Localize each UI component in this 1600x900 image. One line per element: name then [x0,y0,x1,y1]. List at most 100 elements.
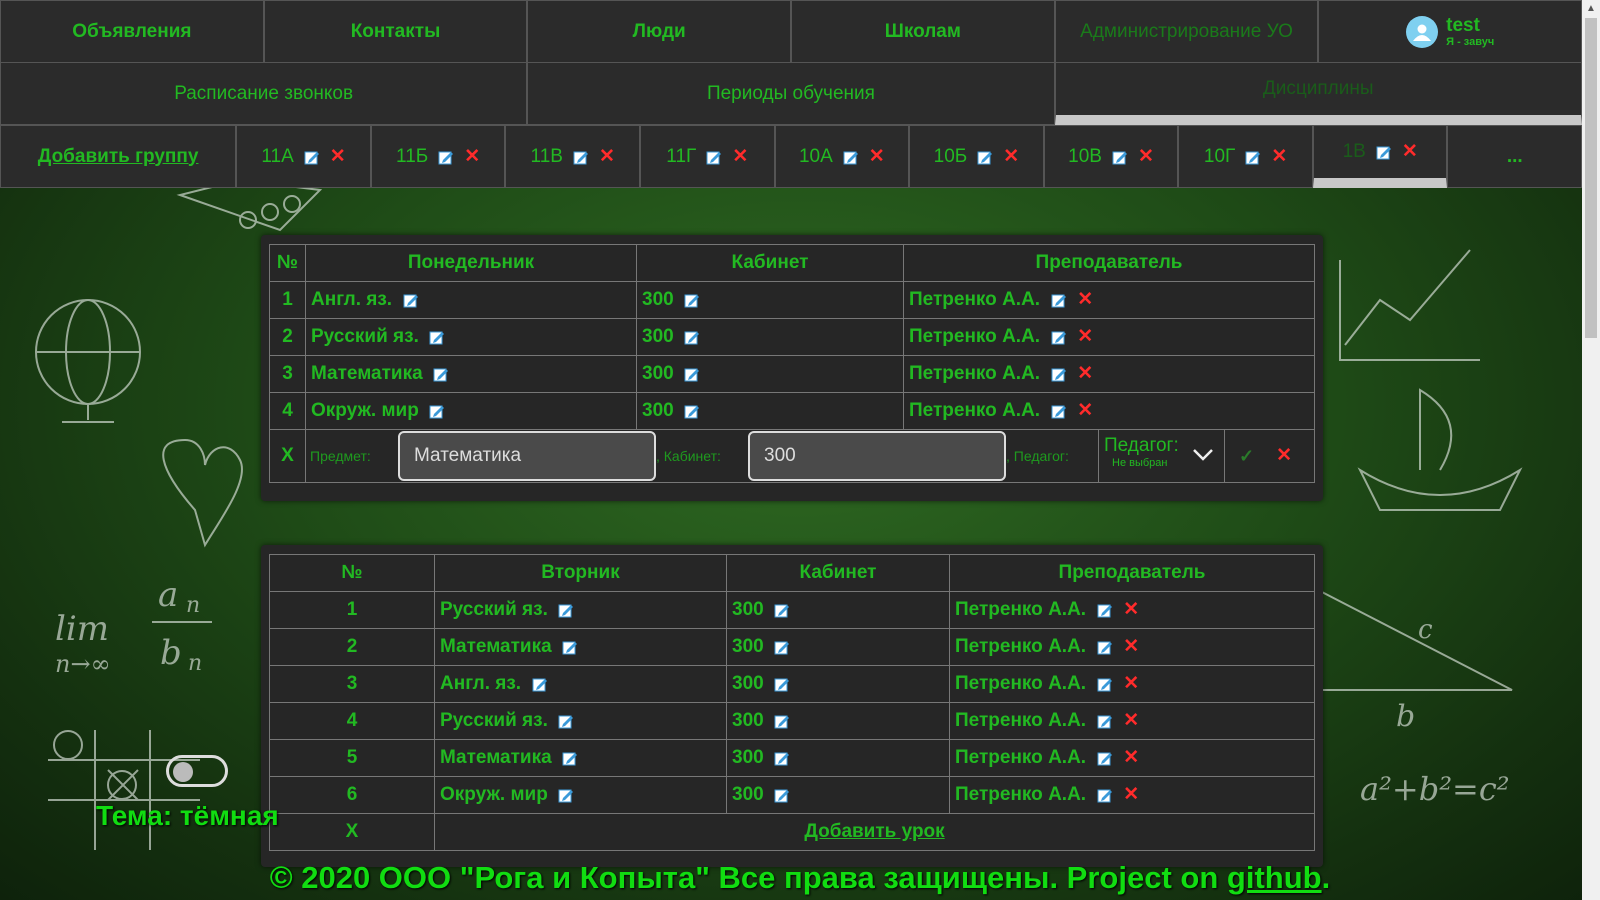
edit-icon[interactable] [684,329,700,345]
edit-icon[interactable] [438,149,454,165]
tab-disciplines[interactable]: Дисциплины [1054,62,1582,125]
delete-icon[interactable]: ✕ [1077,327,1093,346]
teacher-select[interactable]: Педагог: Не выбран [1098,430,1225,482]
edit-icon[interactable] [1097,787,1113,803]
delete-icon[interactable]: ✕ [1123,748,1139,767]
add-group-link[interactable]: Добавить группу [0,125,237,188]
group-tab[interactable]: 10А ✕ [774,125,910,188]
edit-icon[interactable] [1097,602,1113,618]
nav-contacts[interactable]: Контакты [263,0,528,63]
edit-icon[interactable] [1097,713,1113,729]
edit-icon[interactable] [684,292,700,308]
edit-icon[interactable] [558,602,574,618]
edit-icon[interactable] [774,713,790,729]
delete-icon[interactable]: ✕ [1138,147,1154,166]
page-scrollbar[interactable]: ▲ [1582,0,1600,900]
edit-icon[interactable] [573,149,589,165]
tab-bell-schedule[interactable]: Расписание звонков [0,62,528,125]
edit-icon[interactable] [1097,676,1113,692]
group-name: 10Г [1203,145,1236,167]
delete-icon[interactable]: ✕ [1123,785,1139,804]
more-groups[interactable]: ... [1447,125,1583,188]
delete-icon[interactable]: ✕ [1402,142,1418,161]
edit-icon[interactable] [433,366,449,382]
edit-icon[interactable] [774,639,790,655]
edit-icon[interactable] [1051,329,1067,345]
delete-icon[interactable]: ✕ [1123,600,1139,619]
footer-end: . [1321,860,1331,895]
edit-icon[interactable] [1097,639,1113,655]
group-tab[interactable]: 10Б ✕ [909,125,1044,188]
github-link[interactable]: github [1227,860,1322,895]
scroll-up-icon[interactable]: ▲ [1582,0,1600,18]
delete-icon[interactable]: ✕ [1271,147,1287,166]
delete-icon[interactable]: ✕ [464,147,480,166]
edit-icon[interactable] [774,602,790,618]
edit-icon[interactable] [1376,144,1392,160]
theme-toggle[interactable] [166,755,228,787]
edit-icon[interactable] [977,149,993,165]
group-tab[interactable]: 11Г ✕ [639,125,775,188]
edit-icon[interactable] [403,292,419,308]
edit-icon[interactable] [774,787,790,803]
edit-icon[interactable] [1097,750,1113,766]
lesson-subject: Окруж. мир [311,400,419,421]
svg-text:a²+b²=c²: a²+b²=c² [1360,770,1510,808]
delete-icon[interactable]: ✕ [1077,364,1093,383]
edit-icon[interactable] [843,149,859,165]
user-role: Я - завуч [1446,35,1495,48]
delete-icon[interactable]: ✕ [1077,401,1093,420]
edit-icon[interactable] [684,403,700,419]
add-lesson-form: X Предмет: Математика , Кабинет: 300 , П… [269,429,1315,483]
delete-icon[interactable]: ✕ [1077,290,1093,309]
svg-text:n: n [186,593,200,618]
delete-icon[interactable]: ✕ [599,147,615,166]
svg-text:a: a [158,575,178,615]
nav-schools[interactable]: Школам [791,0,1055,63]
edit-icon[interactable] [558,787,574,803]
user-menu[interactable]: test Я - завуч [1318,0,1583,63]
edit-icon[interactable] [1112,149,1128,165]
group-tab[interactable]: 10Г ✕ [1178,125,1313,188]
delete-icon[interactable]: ✕ [1003,147,1019,166]
subject-input[interactable]: Математика [398,431,656,481]
lesson-number: 3 [269,355,306,393]
group-tab[interactable]: 11А ✕ [236,125,371,188]
edit-icon[interactable] [304,149,320,165]
group-tab[interactable]: 10В ✕ [1043,125,1179,188]
edit-icon[interactable] [562,639,578,655]
tab-study-periods[interactable]: Периоды обучения [527,62,1055,125]
edit-icon[interactable] [1051,366,1067,382]
group-tab[interactable]: 11Б ✕ [370,125,506,188]
nav-announcements[interactable]: Объявления [0,0,264,63]
scrollbar-thumb[interactable] [1585,18,1597,338]
nav-administration[interactable]: Администрирование УО [1054,0,1319,63]
delete-icon[interactable]: ✕ [1123,711,1139,730]
edit-icon[interactable] [532,676,548,692]
edit-icon[interactable] [1245,149,1261,165]
edit-icon[interactable] [684,366,700,382]
edit-icon[interactable] [1051,292,1067,308]
nav-people[interactable]: Люди [527,0,792,63]
lesson-teacher: Петренко А.А. [909,400,1041,421]
edit-icon[interactable] [429,403,445,419]
add-lesson-link[interactable]: Добавить урок [804,821,944,842]
edit-icon[interactable] [558,713,574,729]
cancel-icon[interactable]: ✕ [1276,446,1292,465]
delete-icon[interactable]: ✕ [1123,637,1139,656]
edit-icon[interactable] [706,149,722,165]
edit-icon[interactable] [562,750,578,766]
group-tab[interactable]: 1В ✕ [1312,125,1448,188]
edit-icon[interactable] [429,329,445,345]
confirm-icon[interactable]: ✓ [1239,446,1254,467]
edit-icon[interactable] [774,750,790,766]
delete-icon[interactable]: ✕ [869,147,885,166]
delete-icon[interactable]: ✕ [1123,674,1139,693]
monday-panel: № Понедельник Кабинет Преподаватель 1 Анг… [261,235,1323,501]
delete-icon[interactable]: ✕ [330,147,346,166]
room-input[interactable]: 300 [748,431,1006,481]
edit-icon[interactable] [1051,403,1067,419]
edit-icon[interactable] [774,676,790,692]
delete-icon[interactable]: ✕ [732,147,748,166]
group-tab[interactable]: 11В ✕ [505,125,640,188]
